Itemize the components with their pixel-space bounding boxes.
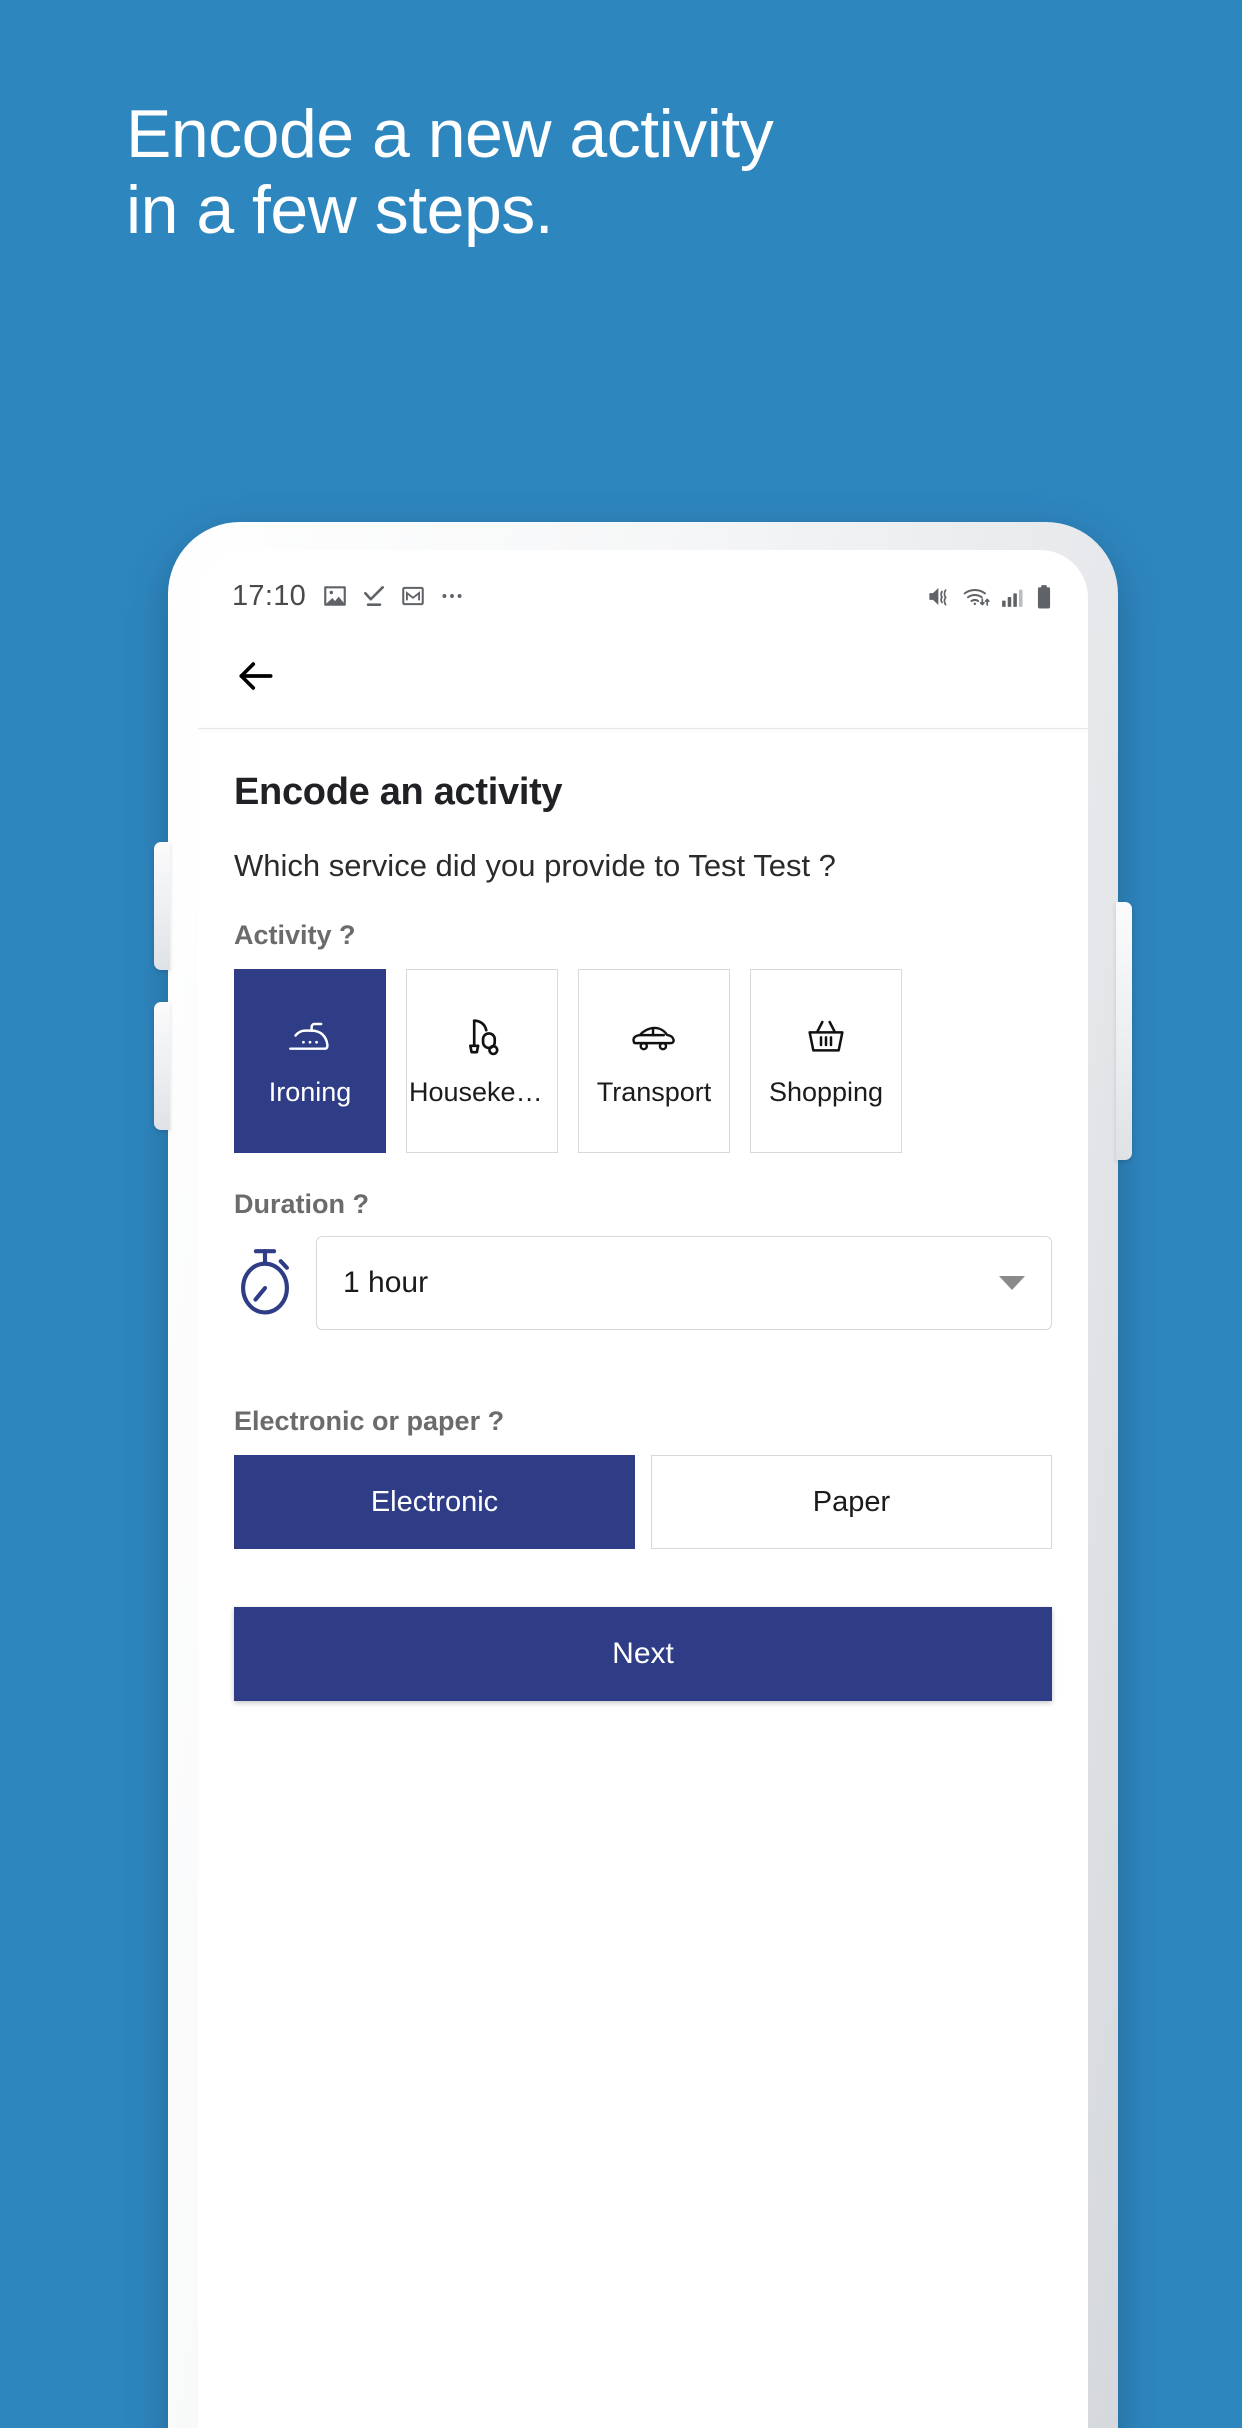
format-option-label: Paper: [812, 1485, 891, 1518]
format-options: Electronic Paper: [234, 1455, 1052, 1549]
format-option-label: Electronic: [370, 1485, 499, 1518]
more-overflow-icon: [442, 594, 462, 598]
power-button[interactable]: [1116, 902, 1132, 1160]
photo-icon: [324, 586, 346, 606]
form-content: Encode an activity Which service did you…: [198, 729, 1088, 1701]
battery-icon: [1037, 584, 1051, 608]
activity-option-shopping[interactable]: Shopping: [750, 969, 902, 1153]
signal-bars-icon: [1002, 589, 1023, 607]
stopwatch-icon: [234, 1245, 296, 1322]
status-bar-left: 17:10: [232, 580, 465, 613]
wifi-icon: [963, 588, 990, 606]
vacuum-icon: [462, 1015, 502, 1061]
duration-value: 1 hour: [343, 1266, 429, 1299]
next-button[interactable]: Next: [234, 1607, 1052, 1701]
promo-headline: Encode a new activity in a few steps.: [126, 96, 774, 249]
basket-icon: [804, 1015, 848, 1061]
format-option-electronic[interactable]: Electronic: [234, 1455, 635, 1549]
activity-option-label: Transport: [596, 1076, 712, 1107]
duration-row: 1 hour: [234, 1236, 1052, 1330]
activity-option-label: Ironing: [268, 1076, 352, 1107]
vibrate-off-icon: [929, 587, 947, 605]
download-done-icon: [364, 586, 385, 606]
activity-option-housekeeping[interactable]: Housekee…: [406, 969, 558, 1153]
status-bar: 17:10: [198, 550, 1088, 624]
iron-icon: [287, 1015, 333, 1061]
chevron-down-icon: [999, 1276, 1025, 1290]
page-title: Encode an activity: [234, 771, 563, 813]
activity-label: Activity ?: [234, 920, 356, 950]
back-arrow-icon[interactable]: [234, 654, 278, 698]
format-label: Electronic or paper ?: [234, 1406, 505, 1436]
activity-option-ironing[interactable]: Ironing: [234, 969, 386, 1153]
phone-screen: 17:10 Encode an activity Which service d…: [198, 550, 1088, 2428]
status-bar-right: [926, 583, 1054, 610]
activity-option-transport[interactable]: Transport: [578, 969, 730, 1153]
car-icon: [630, 1015, 678, 1061]
status-time: 17:10: [232, 579, 307, 612]
duration-select[interactable]: 1 hour: [316, 1236, 1052, 1330]
activity-options: Ironing Housekee… Transport Shopping: [234, 969, 1052, 1153]
activity-option-label: Housekee…: [409, 1076, 555, 1107]
gmail-icon: [402, 586, 424, 606]
volume-up-button[interactable]: [154, 842, 170, 970]
app-bar: [198, 624, 1088, 728]
volume-down-button[interactable]: [154, 1002, 170, 1130]
duration-label: Duration ?: [234, 1189, 369, 1219]
phone-mockup: 17:10 Encode an activity Which service d…: [154, 522, 1132, 2428]
activity-option-label: Shopping: [768, 1076, 884, 1107]
form-subtitle: Which service did you provide to Test Te…: [234, 848, 836, 883]
format-option-paper[interactable]: Paper: [651, 1455, 1052, 1549]
